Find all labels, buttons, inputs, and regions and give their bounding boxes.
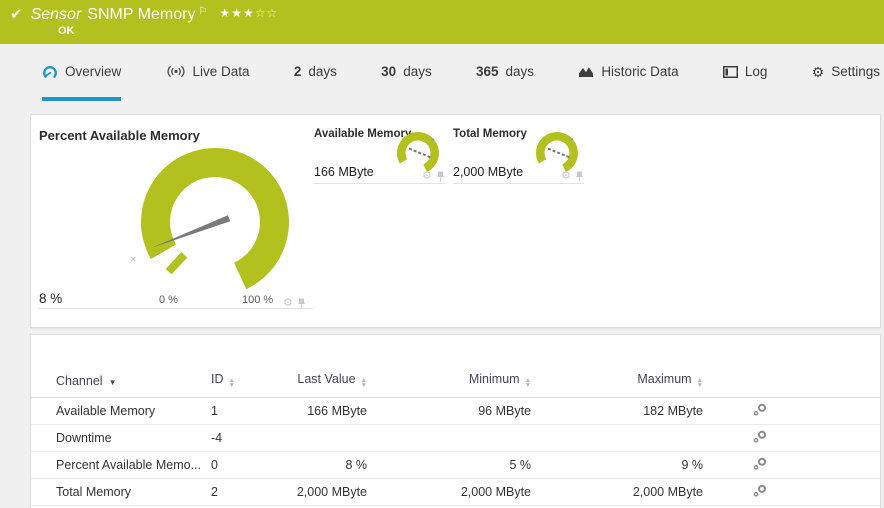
page-title: SNMP Memory	[87, 6, 195, 24]
status-badge: OK	[58, 25, 884, 37]
last-value-cell: 2,000 MByte	[267, 485, 367, 499]
gauge-settings-gear-icon[interactable]: ⚙	[422, 171, 432, 182]
gauge-icon	[42, 64, 58, 79]
sensor-title-line: ✔ Sensor SNMP Memory ⚐ ★★★☆☆	[10, 5, 884, 24]
channel-name-cell: Available Memory	[56, 404, 211, 418]
tab-number: 2	[294, 64, 302, 79]
channel-name-cell: Percent Available Memo...	[56, 458, 211, 472]
gauge-cell-actions: ⚙	[561, 171, 584, 182]
channel-name-cell: Total Memory	[56, 485, 211, 499]
svg-text:✕: ✕	[130, 255, 137, 264]
table-row: Total Memory 2 2,000 MByte 2,000 MByte 2…	[31, 479, 880, 506]
gauge-cell-actions: ⚙	[422, 171, 445, 182]
tab-label: Live Data	[193, 64, 250, 79]
sort-desc-icon: ▼	[109, 378, 117, 387]
tab-overview[interactable]: Overview	[42, 44, 121, 101]
divider	[38, 308, 313, 309]
column-label: Channel	[56, 374, 103, 388]
pin-icon[interactable]	[575, 171, 584, 182]
maximum-cell: 2,000 MByte	[531, 485, 703, 499]
tab-bar: Overview Live Data 2 days 30 days 365 da…	[0, 44, 884, 101]
column-label: Minimum	[469, 372, 520, 386]
tab-label: Historic Data	[601, 64, 678, 79]
sort-icon: ▲▼	[697, 378, 703, 388]
mini-gauge-available-memory: Available Memory 166 MByte ⚙	[314, 127, 445, 184]
mini-gauge-title: Total Memory	[453, 128, 527, 140]
gauge-title: Percent Available Memory	[39, 128, 200, 143]
sensor-status-bar: ✔ Sensor SNMP Memory ⚐ ★★★☆☆ OK	[0, 0, 884, 44]
tab-label: days	[308, 64, 337, 79]
mini-gauge-value: 166 MByte	[314, 165, 374, 179]
gauge-scale-start: 0 %	[159, 294, 178, 306]
channel-settings-icon[interactable]	[753, 403, 767, 419]
tab-historic-data[interactable]: Historic Data	[578, 44, 678, 101]
live-data-icon	[166, 65, 186, 78]
gauge-settings-gear-icon[interactable]: ⚙	[561, 171, 571, 182]
tab-log[interactable]: Log	[723, 44, 768, 101]
minimum-cell: 96 MByte	[367, 404, 531, 418]
tab-365-days[interactable]: 365 days	[476, 44, 534, 101]
channel-settings-icon[interactable]	[753, 457, 767, 473]
chart-icon	[578, 65, 594, 78]
flag-icon[interactable]: ⚐	[198, 6, 207, 17]
channel-settings-icon[interactable]	[753, 484, 767, 500]
tab-number: 365	[476, 64, 499, 79]
column-header-maximum[interactable]: Maximum ▲▼	[531, 372, 703, 388]
channel-table-header: Channel▼ ID▲▼ Last Value▲▼ Minimum▲▼ Max…	[31, 361, 880, 398]
priority-stars[interactable]: ★★★☆☆	[219, 6, 278, 20]
column-header-minimum[interactable]: Minimum▲▼	[367, 372, 531, 388]
tab-label: Log	[745, 64, 768, 79]
tab-label: Overview	[65, 64, 121, 79]
minimum-cell: 2,000 MByte	[367, 485, 531, 499]
gauge-value: 8 %	[39, 291, 62, 306]
tab-label: days	[403, 64, 432, 79]
channel-table-panel: Channel▼ ID▲▼ Last Value▲▼ Minimum▲▼ Max…	[30, 334, 881, 508]
column-header-last-value[interactable]: Last Value▲▼	[267, 372, 367, 388]
object-kind-label: Sensor	[31, 6, 82, 24]
column-header-id[interactable]: ID ▲▼	[211, 372, 267, 388]
tab-live-data[interactable]: Live Data	[166, 44, 250, 101]
sort-icon: ▲▼	[229, 378, 235, 388]
star-icon[interactable]: ★	[243, 6, 255, 20]
maximum-cell: 9 %	[531, 458, 703, 472]
channel-id-cell: -4	[211, 431, 267, 445]
minimum-cell: 5 %	[367, 458, 531, 472]
channel-id-cell: 0	[211, 458, 267, 472]
channel-id-cell: 2	[211, 485, 267, 499]
column-label: Maximum	[637, 372, 691, 386]
overview-gauges-panel: ✕ Percent Available Memory 8 % 0 % 100 %…	[30, 114, 881, 328]
star-outline-icon[interactable]: ☆	[255, 6, 267, 20]
mini-gauge-total-memory: Total Memory 2,000 MByte ⚙	[453, 127, 584, 184]
star-icon[interactable]: ★	[219, 6, 231, 20]
tab-settings[interactable]: ⚙ Settings	[812, 44, 880, 101]
channel-settings-icon[interactable]	[753, 430, 767, 446]
star-icon[interactable]: ★	[231, 6, 243, 20]
tab-number: 30	[381, 64, 396, 79]
tab-30-days[interactable]: 30 days	[381, 44, 432, 101]
channel-name-cell: Downtime	[56, 431, 211, 445]
tab-label: Settings	[831, 64, 880, 79]
table-row: Available Memory 1 166 MByte 96 MByte 18…	[31, 398, 880, 425]
gear-icon: ⚙	[812, 65, 825, 79]
maximum-cell: 182 MByte	[531, 404, 703, 418]
column-label: ID	[211, 372, 224, 386]
pin-icon[interactable]	[436, 171, 445, 182]
table-row: Percent Available Memo... 0 8 % 5 % 9 %	[31, 452, 880, 479]
last-value-cell: 8 %	[267, 458, 367, 472]
log-icon	[723, 66, 738, 78]
last-value-cell: 166 MByte	[267, 404, 367, 418]
table-row: Downtime -4	[31, 425, 880, 452]
tab-label: days	[506, 64, 535, 79]
star-outline-icon[interactable]: ☆	[266, 6, 278, 20]
ok-check-icon: ✔	[10, 5, 23, 23]
tab-2-days[interactable]: 2 days	[294, 44, 337, 101]
channel-id-cell: 1	[211, 404, 267, 418]
column-header-channel[interactable]: Channel ▼	[56, 374, 211, 388]
mini-gauge-value: 2,000 MByte	[453, 165, 523, 179]
percent-available-memory-gauge: ✕	[31, 115, 331, 315]
gauge-scale-end: 100 %	[242, 294, 273, 306]
column-label: Last Value	[297, 372, 355, 386]
